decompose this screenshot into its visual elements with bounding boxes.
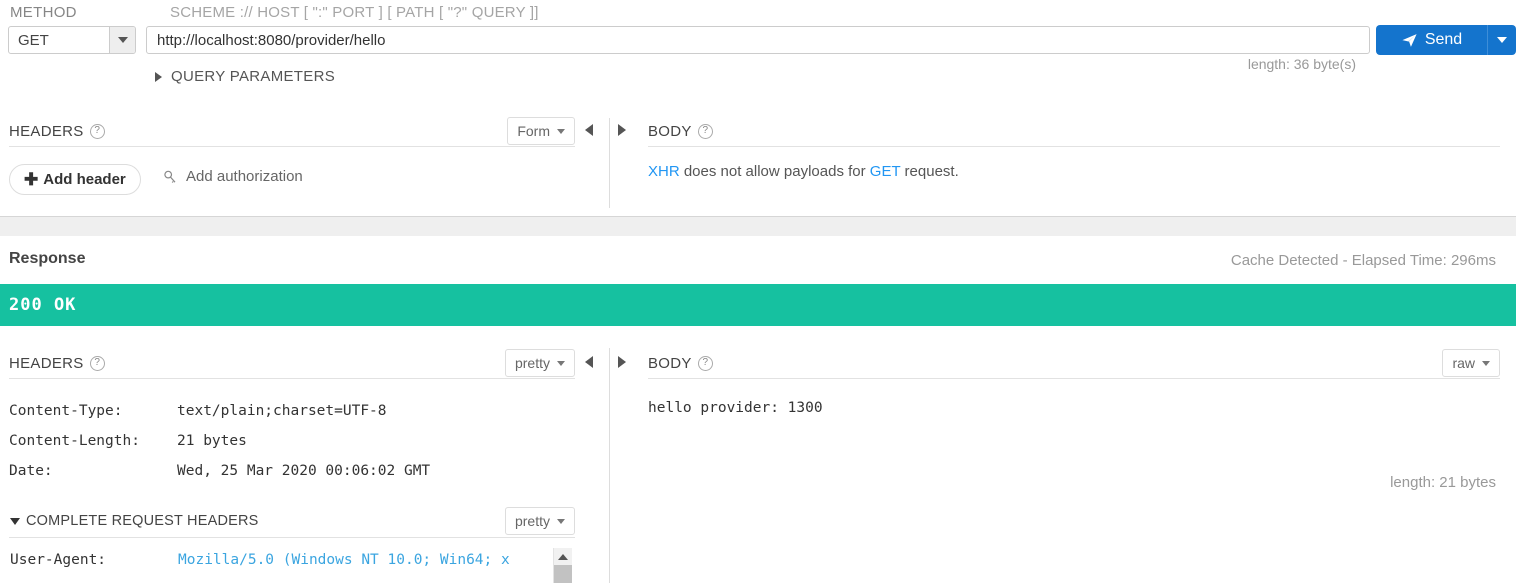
expand-right-arrow-icon[interactable] (618, 356, 626, 368)
response-body-length: length: 21 bytes (1390, 474, 1496, 491)
add-header-label: Add header (43, 171, 126, 188)
header-key: Content-Length: (9, 433, 140, 449)
response-meta: Cache Detected - Elapsed Time: 296ms (1230, 252, 1496, 269)
request-url-length: length: 36 byte(s) (1247, 56, 1356, 72)
response-body-format-select[interactable]: raw (1442, 349, 1500, 377)
chevron-down-icon (557, 128, 565, 134)
response-headers-format-select[interactable]: pretty (504, 349, 575, 377)
header-value: Wed, 25 Mar 2020 00:06:02 GMT (177, 463, 431, 479)
response-headers-title: HEADERS (9, 354, 84, 372)
response-headers-format-value: pretty (514, 355, 550, 371)
scrollbar-thumb[interactable] (554, 565, 572, 583)
response-pane-divider (609, 348, 610, 583)
help-icon[interactable]: ? (697, 123, 713, 139)
add-header-button[interactable]: ✚ Add header (9, 164, 141, 195)
send-button[interactable]: Send (1376, 25, 1487, 55)
request-headers-format-select[interactable]: Form (507, 117, 575, 145)
send-paper-plane-icon (1402, 33, 1417, 47)
key-icon (164, 170, 176, 183)
request-pane-divider (609, 118, 610, 208)
request-labels: METHOD SCHEME :// HOST [ ":" PORT ] [ PA… (0, 0, 1516, 22)
request-body-section: BODY ? (648, 116, 1500, 147)
response-body-section: BODY ? raw (648, 348, 1500, 379)
response-body-title: BODY (648, 354, 692, 372)
query-parameters-toggle[interactable]: QUERY PARAMETERS (155, 68, 335, 85)
header-key: Content-Type: (9, 403, 123, 419)
table-row: Content-Type: text/plain;charset=UTF-8 (9, 396, 575, 426)
header-key: User-Agent: (10, 552, 107, 568)
request-headers-header: HEADERS ? Form (9, 116, 575, 146)
response-title: Response (9, 250, 86, 267)
response-headers-section: HEADERS ? pretty Content-Type: text/plai… (9, 348, 575, 486)
triangle-down-icon (10, 517, 20, 525)
method-select-chevron[interactable] (109, 27, 135, 53)
header-value: text/plain;charset=UTF-8 (177, 403, 387, 419)
http-client-app: METHOD SCHEME :// HOST [ ":" PORT ] [ PA… (0, 0, 1516, 583)
response-status-bar: 200 OK (0, 284, 1516, 326)
response-body-format-value: raw (1452, 355, 1475, 371)
request-body-rule (648, 146, 1500, 147)
header-key: Date: (9, 463, 53, 479)
url-input[interactable] (146, 26, 1370, 54)
request-body-title: BODY (648, 122, 692, 140)
complete-request-headers-title: COMPLETE REQUEST HEADERS (26, 513, 259, 529)
help-icon[interactable]: ? (697, 355, 713, 371)
send-button-label: Send (1424, 31, 1463, 48)
chevron-down-icon (1497, 37, 1507, 43)
response-body-rule (648, 378, 1500, 379)
collapse-left-arrow-icon[interactable] (585, 124, 593, 136)
response-headers-rule (9, 378, 575, 379)
triangle-up-icon (558, 553, 568, 560)
request-headers-title: HEADERS (9, 122, 84, 140)
response-body-header: BODY ? raw (648, 348, 1500, 378)
query-parameters-label: QUERY PARAMETERS (171, 68, 336, 85)
response-status-text: 200 OK (9, 295, 77, 315)
method-label: METHOD (10, 4, 77, 21)
request-headers-section: HEADERS ? Form (9, 116, 575, 147)
header-value: Mozilla/5.0 (Windows NT 10.0; Win64; x (178, 552, 510, 568)
complete-request-headers-format-value: pretty (514, 513, 550, 529)
header-value: 21 bytes (177, 433, 247, 449)
chevron-down-icon (557, 518, 565, 524)
response-headers-table: Content-Type: text/plain;charset=UTF-8 C… (9, 396, 575, 486)
section-separator-band (0, 216, 1516, 236)
complete-request-headers-format-select[interactable]: pretty (504, 507, 575, 535)
chevron-down-icon (117, 37, 128, 43)
add-authorization-label: Add authorization (186, 168, 303, 185)
expand-right-arrow-icon[interactable] (618, 124, 626, 136)
method-select-value: GET (18, 31, 49, 49)
get-link[interactable]: GET (870, 163, 901, 180)
request-headers-rule (9, 146, 575, 147)
send-options-button[interactable] (1487, 25, 1516, 55)
xhr-note-suffix: request. (900, 163, 959, 180)
help-icon[interactable]: ? (89, 123, 105, 139)
response-headers-header: HEADERS ? pretty (9, 348, 575, 378)
method-select[interactable]: GET (8, 26, 136, 54)
url-format-label: SCHEME :// HOST [ ":" PORT ] [ PATH [ "?… (170, 4, 539, 21)
plus-icon: ✚ (24, 170, 39, 189)
complete-request-headers-scrollbar[interactable] (553, 548, 572, 583)
add-authorization-button[interactable]: Add authorization (162, 168, 303, 185)
complete-request-headers-section: COMPLETE REQUEST HEADERS pretty (0, 505, 597, 537)
request-body-header: BODY ? (648, 116, 1500, 146)
table-row: Content-Length: 21 bytes (9, 426, 575, 456)
scroll-up-button[interactable] (554, 548, 572, 565)
chevron-down-icon (557, 360, 565, 366)
xhr-link[interactable]: XHR (648, 163, 680, 180)
request-body-note: XHR does not allow payloads for GET requ… (648, 163, 959, 180)
collapse-left-arrow-icon[interactable] (585, 356, 593, 368)
complete-request-headers-toggle[interactable]: COMPLETE REQUEST HEADERS (10, 513, 259, 529)
request-headers-format-value: Form (517, 123, 550, 139)
xhr-note-middle: does not allow payloads for (679, 163, 870, 180)
table-row: Date: Wed, 25 Mar 2020 00:06:02 GMT (9, 456, 575, 486)
help-icon[interactable]: ? (89, 355, 105, 371)
complete-request-headers-rule (9, 537, 575, 538)
triangle-right-icon (155, 71, 162, 82)
table-row: User-Agent: Mozilla/5.0 (Windows NT 10.0… (10, 552, 555, 568)
chevron-down-icon (1482, 360, 1490, 366)
response-body-content: hello provider: 1300 (648, 400, 823, 416)
